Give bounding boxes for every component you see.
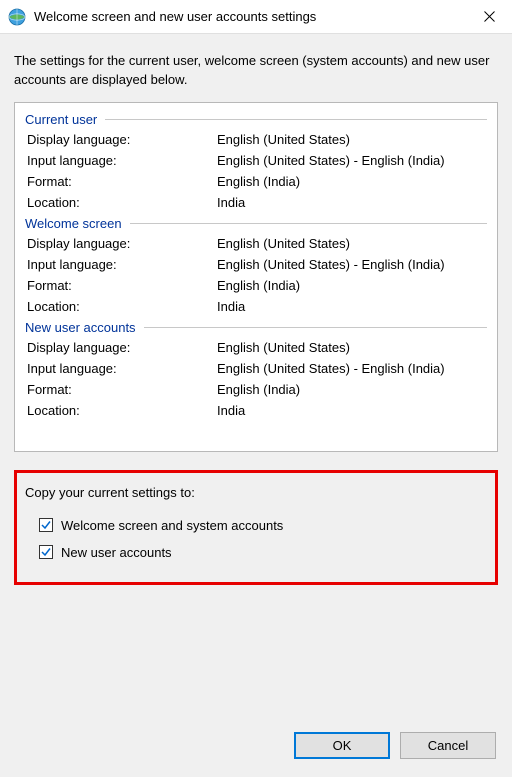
value: India xyxy=(217,195,487,210)
label: Input language: xyxy=(27,153,217,168)
label: Display language: xyxy=(27,340,217,355)
label: Location: xyxy=(27,403,217,418)
label: Location: xyxy=(27,299,217,314)
value: English (United States) - English (India… xyxy=(217,257,487,272)
row-location: Location:India xyxy=(25,400,487,421)
section-heading: Current user xyxy=(25,112,97,127)
value: English (United States) xyxy=(217,340,487,355)
section-current-user: Current user xyxy=(25,109,487,129)
row-location: Location:India xyxy=(25,296,487,317)
row-display-language: Display language:English (United States) xyxy=(25,233,487,254)
divider xyxy=(144,327,487,328)
checkbox-welcome-screen[interactable]: Welcome screen and system accounts xyxy=(25,512,483,539)
section-heading: New user accounts xyxy=(25,320,136,335)
row-input-language: Input language:English (United States) -… xyxy=(25,150,487,171)
label: Input language: xyxy=(27,361,217,376)
row-display-language: Display language:English (United States) xyxy=(25,129,487,150)
value: English (United States) - English (India… xyxy=(217,153,487,168)
checkbox-label: New user accounts xyxy=(61,545,172,560)
section-new-user-accounts: New user accounts xyxy=(25,317,487,337)
row-input-language: Input language:English (United States) -… xyxy=(25,254,487,275)
value: English (United States) xyxy=(217,236,487,251)
divider xyxy=(130,223,487,224)
dialog-content: The settings for the current user, welco… xyxy=(0,34,512,599)
section-welcome-screen: Welcome screen xyxy=(25,213,487,233)
description-text: The settings for the current user, welco… xyxy=(14,52,498,90)
row-format: Format:English (India) xyxy=(25,171,487,192)
section-heading: Welcome screen xyxy=(25,216,122,231)
label: Display language: xyxy=(27,236,217,251)
label: Input language: xyxy=(27,257,217,272)
value: English (United States) - English (India… xyxy=(217,361,487,376)
divider xyxy=(105,119,487,120)
checkbox-label: Welcome screen and system accounts xyxy=(61,518,283,533)
cancel-button[interactable]: Cancel xyxy=(400,732,496,759)
row-format: Format:English (India) xyxy=(25,379,487,400)
row-format: Format:English (India) xyxy=(25,275,487,296)
dialog-footer: OK Cancel xyxy=(294,732,496,759)
settings-panel: Current user Display language:English (U… xyxy=(14,102,498,452)
label: Location: xyxy=(27,195,217,210)
label: Format: xyxy=(27,174,217,189)
close-button[interactable] xyxy=(466,0,512,34)
value: English (India) xyxy=(217,174,487,189)
label: Format: xyxy=(27,382,217,397)
row-location: Location:India xyxy=(25,192,487,213)
titlebar: Welcome screen and new user accounts set… xyxy=(0,0,512,34)
value: India xyxy=(217,299,487,314)
copy-settings-title: Copy your current settings to: xyxy=(25,485,483,500)
label: Display language: xyxy=(27,132,217,147)
row-input-language: Input language:English (United States) -… xyxy=(25,358,487,379)
checkbox-new-user-accounts[interactable]: New user accounts xyxy=(25,539,483,566)
value: English (India) xyxy=(217,382,487,397)
label: Format: xyxy=(27,278,217,293)
window-title: Welcome screen and new user accounts set… xyxy=(34,9,466,24)
value: English (United States) xyxy=(217,132,487,147)
value: India xyxy=(217,403,487,418)
globe-icon xyxy=(8,8,26,26)
checkbox-icon xyxy=(39,545,53,559)
row-display-language: Display language:English (United States) xyxy=(25,337,487,358)
checkbox-icon xyxy=(39,518,53,532)
ok-button[interactable]: OK xyxy=(294,732,390,759)
copy-settings-highlight: Copy your current settings to: Welcome s… xyxy=(14,470,498,585)
value: English (India) xyxy=(217,278,487,293)
